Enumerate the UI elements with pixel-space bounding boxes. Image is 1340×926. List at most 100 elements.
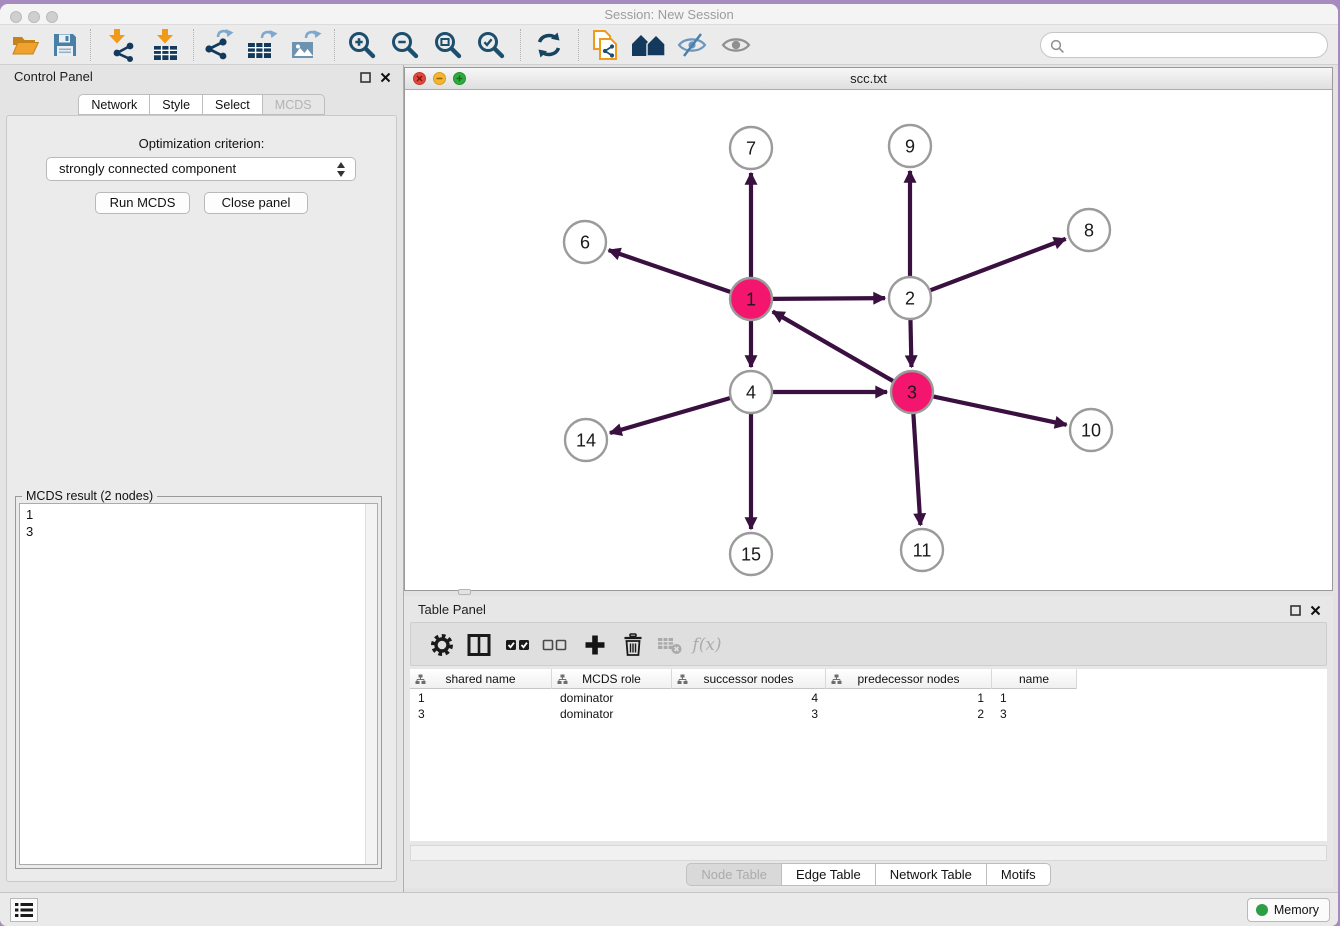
homes-icon [631, 32, 667, 58]
close-panel-icon[interactable] [380, 72, 391, 83]
tab-network[interactable]: Network [78, 94, 149, 115]
column-header-successor-nodes[interactable]: successor nodes [672, 669, 826, 689]
zoom-selected-button[interactable] [472, 27, 510, 63]
close-table-panel-icon[interactable] [1310, 605, 1321, 616]
graph-node-14[interactable]: 14 [565, 419, 607, 461]
table-options-button[interactable] [427, 632, 457, 658]
table-horizontal-scrollbar[interactable] [410, 845, 1327, 861]
graph-edge-3-1[interactable] [773, 312, 893, 381]
graph-node-9[interactable]: 9 [889, 125, 931, 167]
graph-node-6[interactable]: 6 [564, 221, 606, 263]
network-graph[interactable]: 7 9 6 8 1 2 4 3 14 10 15 11 [405, 90, 1332, 590]
import-table-button[interactable] [146, 27, 184, 63]
refresh-styles-button[interactable] [530, 27, 568, 63]
criterion-select[interactable]: strongly connected component [46, 157, 356, 181]
column-type-icon [677, 674, 688, 685]
select-stepper-icon [336, 161, 347, 178]
import-network-icon [105, 28, 135, 62]
open-session-button[interactable] [6, 27, 44, 63]
table-cell[interactable]: 4 [672, 690, 826, 706]
window-title: Session: New Session [0, 4, 1338, 25]
mcds-result-title: MCDS result (2 nodes) [22, 489, 157, 503]
graph-node-label: 10 [1081, 421, 1101, 441]
table-tab-network-table[interactable]: Network Table [875, 863, 986, 886]
import-network-button[interactable] [101, 27, 139, 63]
table-tab-node-table[interactable]: Node Table [686, 863, 781, 886]
delete-columns-button[interactable] [618, 632, 648, 658]
graph-node-4[interactable]: 4 [730, 371, 772, 413]
column-label: shared name [445, 672, 515, 686]
hide-panels-button[interactable] [673, 27, 711, 63]
tab-select[interactable]: Select [202, 94, 262, 115]
table-toolbar: f(x) [410, 622, 1327, 666]
main-area: Control Panel NetworkStyleSelectMCDS Opt… [0, 65, 1338, 892]
graph-edge-2-8[interactable] [931, 239, 1066, 290]
show-columns-button[interactable] [464, 632, 494, 658]
show-log-button[interactable] [10, 898, 38, 922]
export-table-button[interactable] [243, 27, 281, 63]
save-session-button[interactable] [46, 27, 84, 63]
graph-node-2[interactable]: 2 [889, 277, 931, 319]
zoom-in-button[interactable] [343, 27, 381, 63]
table-cell[interactable]: dominator [552, 706, 672, 722]
graph-edge-3-11[interactable] [913, 414, 920, 525]
graph-node-8[interactable]: 8 [1068, 209, 1110, 251]
apply-function-button[interactable]: f(x) [692, 632, 722, 658]
close-panel-button[interactable]: Close panel [204, 192, 308, 214]
result-scrollbar[interactable] [365, 504, 377, 864]
horizontal-splitter-grip[interactable] [458, 589, 471, 595]
graph-node-11[interactable]: 11 [901, 529, 943, 571]
graph-edge-3-10[interactable] [934, 397, 1067, 425]
zoom-fit-button[interactable] [429, 27, 467, 63]
export-image-icon [290, 29, 322, 61]
export-image-button[interactable] [287, 27, 325, 63]
toolbar-separator [520, 29, 521, 61]
graph-node-3[interactable]: 3 [891, 371, 933, 413]
unselect-all-columns-button[interactable] [540, 632, 570, 658]
graph-node-1[interactable]: 1 [730, 278, 772, 320]
table-cell[interactable]: 1 [410, 690, 552, 706]
graph-node-7[interactable]: 7 [730, 127, 772, 169]
table-cell[interactable]: 1 [826, 690, 992, 706]
column-header-name[interactable]: name [992, 669, 1077, 689]
memory-button[interactable]: Memory [1247, 898, 1330, 922]
column-header-shared-name[interactable]: shared name [410, 669, 552, 689]
table-cell[interactable]: 1 [992, 690, 1077, 706]
table-cell[interactable]: 3 [410, 706, 552, 722]
network-canvas[interactable]: 7 9 6 8 1 2 4 3 14 10 15 11 [405, 90, 1332, 590]
import-table-icon [150, 28, 180, 62]
table-row[interactable]: 3dominator323 [410, 706, 1327, 722]
table-cell[interactable]: 3 [992, 706, 1077, 722]
float-table-panel-icon[interactable] [1290, 605, 1301, 616]
toolbar-separator [334, 29, 335, 61]
run-mcds-button[interactable]: Run MCDS [95, 192, 190, 214]
graph-node-label: 4 [746, 383, 756, 403]
graph-node-10[interactable]: 10 [1070, 409, 1112, 451]
graph-node-15[interactable]: 15 [730, 533, 772, 575]
float-panel-icon[interactable] [360, 72, 371, 83]
graph-edge-1-6[interactable] [609, 250, 731, 292]
delete-table-button[interactable] [655, 632, 685, 658]
table-cell[interactable]: dominator [552, 690, 672, 706]
network-overview-button[interactable] [630, 27, 668, 63]
tab-mcds[interactable]: MCDS [262, 94, 325, 115]
search-input[interactable] [1069, 34, 1319, 56]
network-window-titlebar[interactable]: scc.txt [405, 68, 1332, 90]
export-network-button[interactable] [200, 27, 238, 63]
create-column-button[interactable] [580, 632, 610, 658]
table-cell[interactable]: 2 [826, 706, 992, 722]
tab-style[interactable]: Style [149, 94, 202, 115]
duplicate-network-button[interactable] [586, 27, 624, 63]
table-row[interactable]: 1dominator411 [410, 690, 1327, 706]
column-header-mcds-role[interactable]: MCDS role [552, 669, 672, 689]
column-header-predecessor-nodes[interactable]: predecessor nodes [826, 669, 992, 689]
graph-edge-2-3[interactable] [910, 320, 911, 367]
zoom-out-button[interactable] [386, 27, 424, 63]
table-tab-motifs[interactable]: Motifs [986, 863, 1051, 886]
graph-edge-1-2[interactable] [773, 298, 885, 299]
table-tab-edge-table[interactable]: Edge Table [781, 863, 875, 886]
graph-edge-4-14[interactable] [610, 398, 730, 433]
show-panels-button[interactable] [717, 27, 755, 63]
select-all-columns-button[interactable] [503, 632, 533, 658]
table-cell[interactable]: 3 [672, 706, 826, 722]
